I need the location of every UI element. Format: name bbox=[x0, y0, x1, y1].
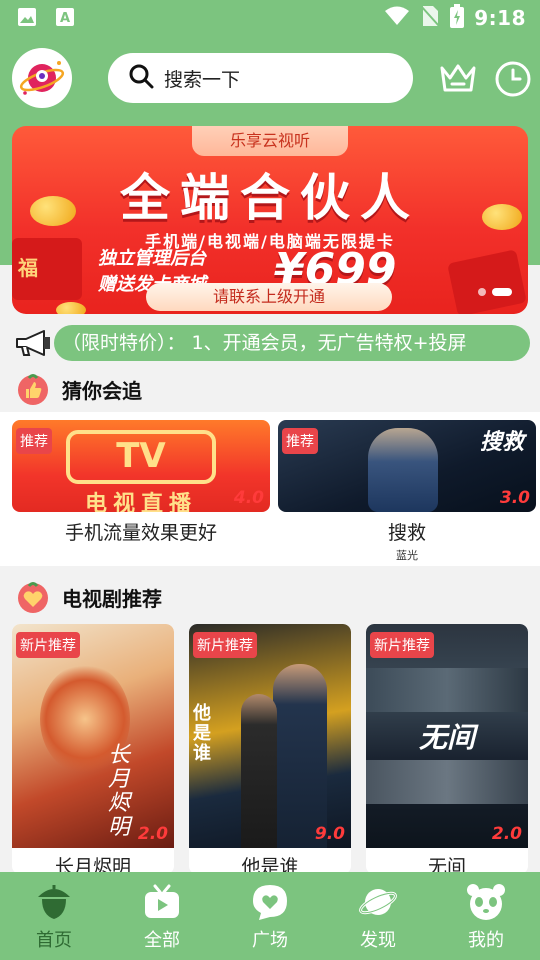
search-icon bbox=[128, 63, 154, 93]
drama-card[interactable]: 无间 新片推荐 2.0 无间 bbox=[366, 624, 528, 874]
nav-item-all[interactable]: 全部 bbox=[108, 872, 216, 960]
status-time: 9:18 bbox=[474, 6, 526, 30]
thumbs-up-badge-icon bbox=[16, 372, 50, 406]
card-title: 长月烬明 bbox=[54, 856, 131, 874]
chat-heart-icon bbox=[250, 882, 290, 922]
guess-card[interactable]: TV 电视直播 推荐 4.0 手机流量效果更好 bbox=[12, 420, 270, 545]
font-a-icon: A bbox=[54, 6, 76, 28]
panda-icon bbox=[466, 882, 506, 922]
battery-charging-icon bbox=[450, 4, 465, 32]
poster: 无间 新片推荐 2.0 bbox=[366, 624, 528, 848]
search-bar[interactable]: 搜索一下 bbox=[108, 53, 413, 103]
rating-score: 4.0 bbox=[233, 488, 264, 508]
vip-crown-icon[interactable] bbox=[438, 60, 478, 96]
nav-item-discover[interactable]: 发现 bbox=[324, 872, 432, 960]
promo-banner[interactable]: 福 乐享云视听 全端合伙人 手机端/电视端/电脑端无限提卡 独立管理后台 赠送发… bbox=[12, 126, 528, 314]
poster: TV 电视直播 推荐 4.0 bbox=[12, 420, 270, 512]
banner-tab: 乐享云视听 bbox=[192, 126, 348, 156]
new-release-tag: 新片推荐 bbox=[370, 632, 434, 658]
new-release-tag: 新片推荐 bbox=[16, 632, 80, 658]
bottom-nav: 首页 全部 广场 发现 我的 bbox=[0, 872, 540, 960]
banner-title: 全端合伙人 bbox=[120, 169, 420, 227]
nav-item-mine[interactable]: 我的 bbox=[432, 872, 540, 960]
tv-icon bbox=[142, 882, 182, 922]
banner-line1: 独立管理后台 bbox=[98, 248, 206, 269]
drama-card[interactable]: 他是谁 新片推荐 9.0 他是谁 bbox=[189, 624, 351, 874]
notice-text: （限时特价）： 1、开通会员，无广告特权+投屏 bbox=[54, 325, 530, 361]
section-guess-header: 猜你会追 bbox=[0, 366, 540, 412]
image-icon bbox=[16, 6, 38, 28]
poster: 长月烬明 新片推荐 2.0 bbox=[12, 624, 174, 848]
rating-score: 2.0 bbox=[491, 824, 522, 844]
history-clock-icon[interactable] bbox=[494, 60, 532, 98]
heart-badge-icon bbox=[16, 580, 50, 614]
card-title: 手机流量效果更好 bbox=[64, 522, 217, 544]
section-drama-title: 电视剧推荐 bbox=[62, 587, 162, 611]
rating-score: 2.0 bbox=[137, 824, 168, 844]
nav-label: 发现 bbox=[360, 930, 396, 951]
recommend-tag: 推荐 bbox=[282, 428, 318, 454]
section-guess-title: 猜你会追 bbox=[62, 379, 142, 403]
svg-text:A: A bbox=[60, 11, 70, 26]
megaphone-icon bbox=[14, 329, 52, 357]
guess-card[interactable]: 搜救 推荐 3.0 搜救 蓝光 bbox=[278, 420, 536, 563]
planet-icon bbox=[358, 882, 398, 922]
banner-subtitle: 手机端/电视端/电脑端无限提卡 bbox=[145, 232, 395, 251]
new-release-tag: 新片推荐 bbox=[193, 632, 257, 658]
banner-pager bbox=[478, 288, 512, 296]
drama-card[interactable]: 长月烬明 新片推荐 2.0 长月烬明 bbox=[12, 624, 174, 874]
guess-section: TV 电视直播 推荐 4.0 手机流量效果更好 搜救 推荐 3.0 搜救 蓝光 bbox=[0, 412, 540, 566]
poster: 他是谁 新片推荐 9.0 bbox=[189, 624, 351, 848]
nav-label: 全部 bbox=[144, 930, 180, 951]
card-subtitle: 蓝光 bbox=[396, 549, 418, 562]
no-sim-icon bbox=[420, 4, 440, 32]
nav-item-home[interactable]: 首页 bbox=[0, 872, 108, 960]
card-title: 他是谁 bbox=[241, 856, 299, 874]
coin-decoration bbox=[56, 302, 86, 314]
recommend-tag: 推荐 bbox=[16, 428, 52, 454]
card-title: 无间 bbox=[427, 856, 466, 874]
search-placeholder: 搜索一下 bbox=[164, 68, 241, 91]
banner-cta: 请联系上级开通 bbox=[146, 283, 392, 311]
section-drama-header: 电视剧推荐 bbox=[0, 574, 540, 620]
red-packet-decoration-right bbox=[447, 249, 527, 314]
rating-score: 9.0 bbox=[314, 824, 345, 844]
nav-label: 广场 bbox=[252, 930, 288, 951]
app-logo[interactable] bbox=[12, 48, 72, 108]
rating-score: 3.0 bbox=[499, 488, 530, 508]
wifi-icon bbox=[384, 5, 410, 31]
nav-item-plaza[interactable]: 广场 bbox=[216, 872, 324, 960]
pager-dot bbox=[478, 288, 486, 296]
acorn-icon bbox=[34, 882, 74, 922]
status-bar: A 9:18 bbox=[0, 0, 540, 36]
notice-bar[interactable]: （限时特价）： 1、开通会员，无广告特权+投屏 bbox=[0, 320, 540, 364]
nav-label: 我的 bbox=[468, 930, 504, 951]
nav-label: 首页 bbox=[36, 930, 72, 951]
poster: 搜救 推荐 3.0 bbox=[278, 420, 536, 512]
pager-dot-active bbox=[492, 288, 512, 296]
card-title: 搜救 bbox=[387, 522, 426, 544]
drama-section: 长月烬明 新片推荐 2.0 长月烬明 他是谁 新片推荐 9.0 他是谁 无间 新… bbox=[0, 620, 540, 874]
